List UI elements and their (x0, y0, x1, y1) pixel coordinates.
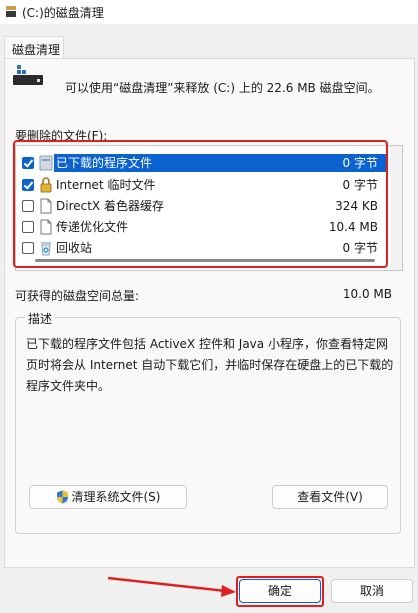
cleanup-system-files-label: 清理系统文件(S) (71, 490, 161, 504)
item-size: 324 KB (335, 199, 378, 213)
cancel-button[interactable]: 取消 (331, 579, 413, 603)
list-item[interactable]: 回收站 0 字节 (16, 238, 388, 259)
checkbox[interactable] (22, 242, 34, 254)
checkbox[interactable] (22, 221, 34, 233)
list-item[interactable]: DirectX 着色器缓存 324 KB (16, 196, 388, 217)
tab-label: 磁盘清理 (12, 43, 61, 57)
title-bar: (C:)的磁盘清理 (0, 0, 418, 24)
window-title: (C:)的磁盘清理 (22, 6, 104, 20)
lock-icon (40, 177, 52, 193)
recycle-bin-icon (41, 242, 51, 256)
description-title: 描述 (25, 310, 56, 327)
item-label: Internet 临时文件 (56, 178, 156, 192)
item-size: 10.4 MB (328, 220, 378, 234)
item-size: 0 字节 (342, 241, 378, 255)
view-files-button[interactable]: 查看文件(V) (272, 485, 388, 509)
item-label: 传递优化文件 (56, 220, 129, 234)
shield-icon (56, 490, 68, 504)
folder-icon (39, 155, 53, 171)
item-size: 0 字节 (342, 156, 378, 170)
cleanup-system-files-button[interactable]: 清理系统文件(S) (29, 485, 187, 509)
checkbox[interactable] (22, 179, 34, 191)
document-icon (40, 219, 52, 235)
item-size: 0 字节 (342, 178, 378, 192)
files-to-delete-label: 要删除的文件(F): (15, 129, 108, 143)
checkbox[interactable] (22, 200, 34, 212)
checkbox[interactable] (22, 157, 34, 169)
vertical-scrollbar[interactable] (390, 146, 402, 270)
item-label: 已下载的程序文件 (54, 154, 248, 172)
info-text: 可以使用“磁盘清理”来释放 (C:) 上的 22.6 MB 磁盘空间。 (65, 81, 380, 95)
disk-cleanup-icon (6, 6, 16, 17)
tab-disk-cleanup[interactable]: 磁盘清理 (4, 36, 64, 59)
total-space-label: 可获得的磁盘空间总量: (15, 289, 140, 303)
item-label: DirectX 着色器缓存 (56, 199, 164, 213)
description-text: 已下载的程序文件包括 ActiveX 控件和 Java 小程序，你查看特定网页时… (26, 337, 394, 393)
list-item[interactable]: 传递优化文件 10.4 MB (16, 217, 388, 238)
drive-icon (13, 65, 43, 87)
document-icon (40, 198, 52, 214)
item-label: 回收站 (56, 241, 93, 255)
total-space-value: 10.0 MB (342, 287, 392, 301)
files-listbox[interactable]: 已下载的程序文件 0 字节 Internet 临时文件 0 字节 DirectX… (15, 145, 403, 271)
horizontal-scrollbar[interactable] (35, 259, 375, 262)
tab-strip: 磁盘清理 (0, 36, 418, 59)
list-item[interactable]: Internet 临时文件 0 字节 (16, 175, 388, 196)
list-item[interactable]: 已下载的程序文件 0 字节 (16, 153, 388, 174)
ok-button[interactable]: 确定 (239, 579, 321, 603)
